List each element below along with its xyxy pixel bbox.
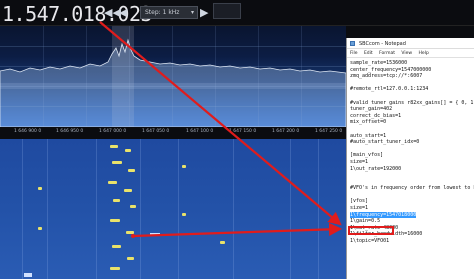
waterfall-display[interactable] [0,139,346,279]
selected-text: 1\frequency=1547018000 [350,211,417,219]
menu-edit[interactable]: Edit [364,51,373,56]
notepad-line: #auto_start_tuner_idx=0 [350,139,474,146]
line-text [350,80,353,86]
line-text: correct_dc_bias=1 [350,112,402,119]
notepad-line: 1\out_rate=192000 [350,166,474,173]
zoom-control[interactable] [213,3,241,19]
notepad-line: [vfos] [350,198,474,205]
notepad-line [350,146,474,153]
line-text: [vfos] [350,198,369,205]
prev-button[interactable]: ◀ [119,6,127,19]
line-text: zmq_address=tcp://*:6007 [350,73,423,80]
menu-format[interactable]: Format [379,51,395,56]
notepad-line: zmq_address=tcp://*:6007 [350,73,474,80]
notepad-line [350,179,474,186]
notepad-line: center_frequency=1547000000 [350,67,474,74]
menu-view[interactable]: View [401,51,412,56]
notepad-line: sample_rate=1536000 [350,60,474,67]
axis-tick: 1 646 900 0 [14,129,42,134]
axis-tick: 1 647 150 0 [229,129,257,134]
notepad-line: correct_dc_bias=1 [350,113,474,120]
line-text: size=1 [350,205,369,212]
axis-tick: 1 647 250 0 [315,129,343,134]
notepad-line: [main_vfos] [350,152,474,159]
next-button[interactable]: ▶ [200,6,208,19]
line-text: auto_start=1 [350,132,387,139]
line-text [350,179,353,185]
line-text: size=1 [350,158,369,165]
notepad-line: mix_offset=0 [350,119,474,126]
notepad-line: #VFO's in frequency order from lowest to… [350,185,474,192]
notepad-line [350,172,474,179]
line-text: 1\out_rate=192000 [350,165,402,172]
notepad-line: 1\topic=VFO01 [350,238,474,245]
frequency-display[interactable]: 1.547.018.023 [2,2,153,26]
line-text: 1\topic=VFO01 [350,238,390,245]
line-text: #VFO's in frequency order from lowest to… [350,185,474,192]
notepad-titlebar[interactable]: SBCcom - Notepad [347,38,474,49]
sdr-toolbar: 1.547.018.023 ◀◀ ◀ Step: 1 kHz ▾ ▶ [0,0,474,26]
line-text [350,172,353,178]
axis-tick: 1 647 000 0 [99,129,127,134]
notepad-line: 1\frequency=1547018000 [350,211,474,219]
line-text: [main_vfos] [350,152,384,159]
notepad-icon [350,41,355,46]
notepad-line [350,80,474,87]
notepad-line: size=1 [350,205,474,212]
notepad-window[interactable]: SBCcom - Notepad File Edit Format View H… [346,38,474,279]
line-text: 1\gain=0.5 [350,218,381,225]
notepad-menubar: File Edit Format View Help [347,49,474,58]
axis-tick: 1 646 950 0 [56,129,84,134]
frequency-axis: 1 646 900 0 1 646 950 0 1 647 000 0 1 64… [0,127,346,139]
desktop-background [346,26,474,38]
notepad-line: size=1 [350,159,474,166]
line-text: tuner_gain=402 [350,106,393,113]
notepad-line: 1\gain=0.5 [350,218,474,225]
line-text [350,192,353,198]
notepad-line [350,192,474,199]
notepad-text-area[interactable]: sample_rate=1536000 center_frequency=1547… [347,58,474,277]
notepad-title: SBCcom - Notepad [359,41,406,47]
notepad-line: tuner_gain=402 [350,106,474,113]
line-text: sample_rate=1536000 [350,60,408,66]
notepad-line: auto_start=1 [350,133,474,140]
screenshot: 1.547.018.023 ◀◀ ◀ Step: 1 kHz ▾ ▶ 1 646… [0,0,474,279]
menu-file[interactable]: File [350,51,358,56]
spectrum-display[interactable] [0,26,346,127]
notepad-line: #remote_rtl=127.0.0.1:1234 [350,86,474,93]
line-text [350,126,353,132]
axis-tick: 1 647 200 0 [272,129,300,134]
line-text: center_frequency=1547000000 [350,66,432,73]
axis-tick: 1 647 100 0 [186,129,214,134]
spectrum-trace [0,38,346,127]
notepad-line [350,93,474,100]
line-text [350,146,353,152]
notepad-line: #valid tuner gains r82xx_gains[] = { 0, … [350,100,474,107]
axis-tick: 1 647 050 0 [142,129,170,134]
chevron-down-icon: ▾ [190,9,194,16]
line-text: #valid tuner gains r82xx_gains[] = { 0, … [350,99,474,106]
line-text [350,93,353,99]
line-text: mix_offset=0 [350,119,387,126]
annotation-highlight-box [348,226,394,235]
line-text: #remote_rtl=127.0.0.1:1234 [350,86,429,93]
menu-help[interactable]: Help [419,51,429,56]
step-select[interactable]: Step: 1 kHz ▾ [140,6,198,19]
line-text: #auto_start_tuner_idx=0 [350,139,420,146]
step-select-label: Step: 1 kHz [145,9,180,16]
notepad-line [350,126,474,133]
